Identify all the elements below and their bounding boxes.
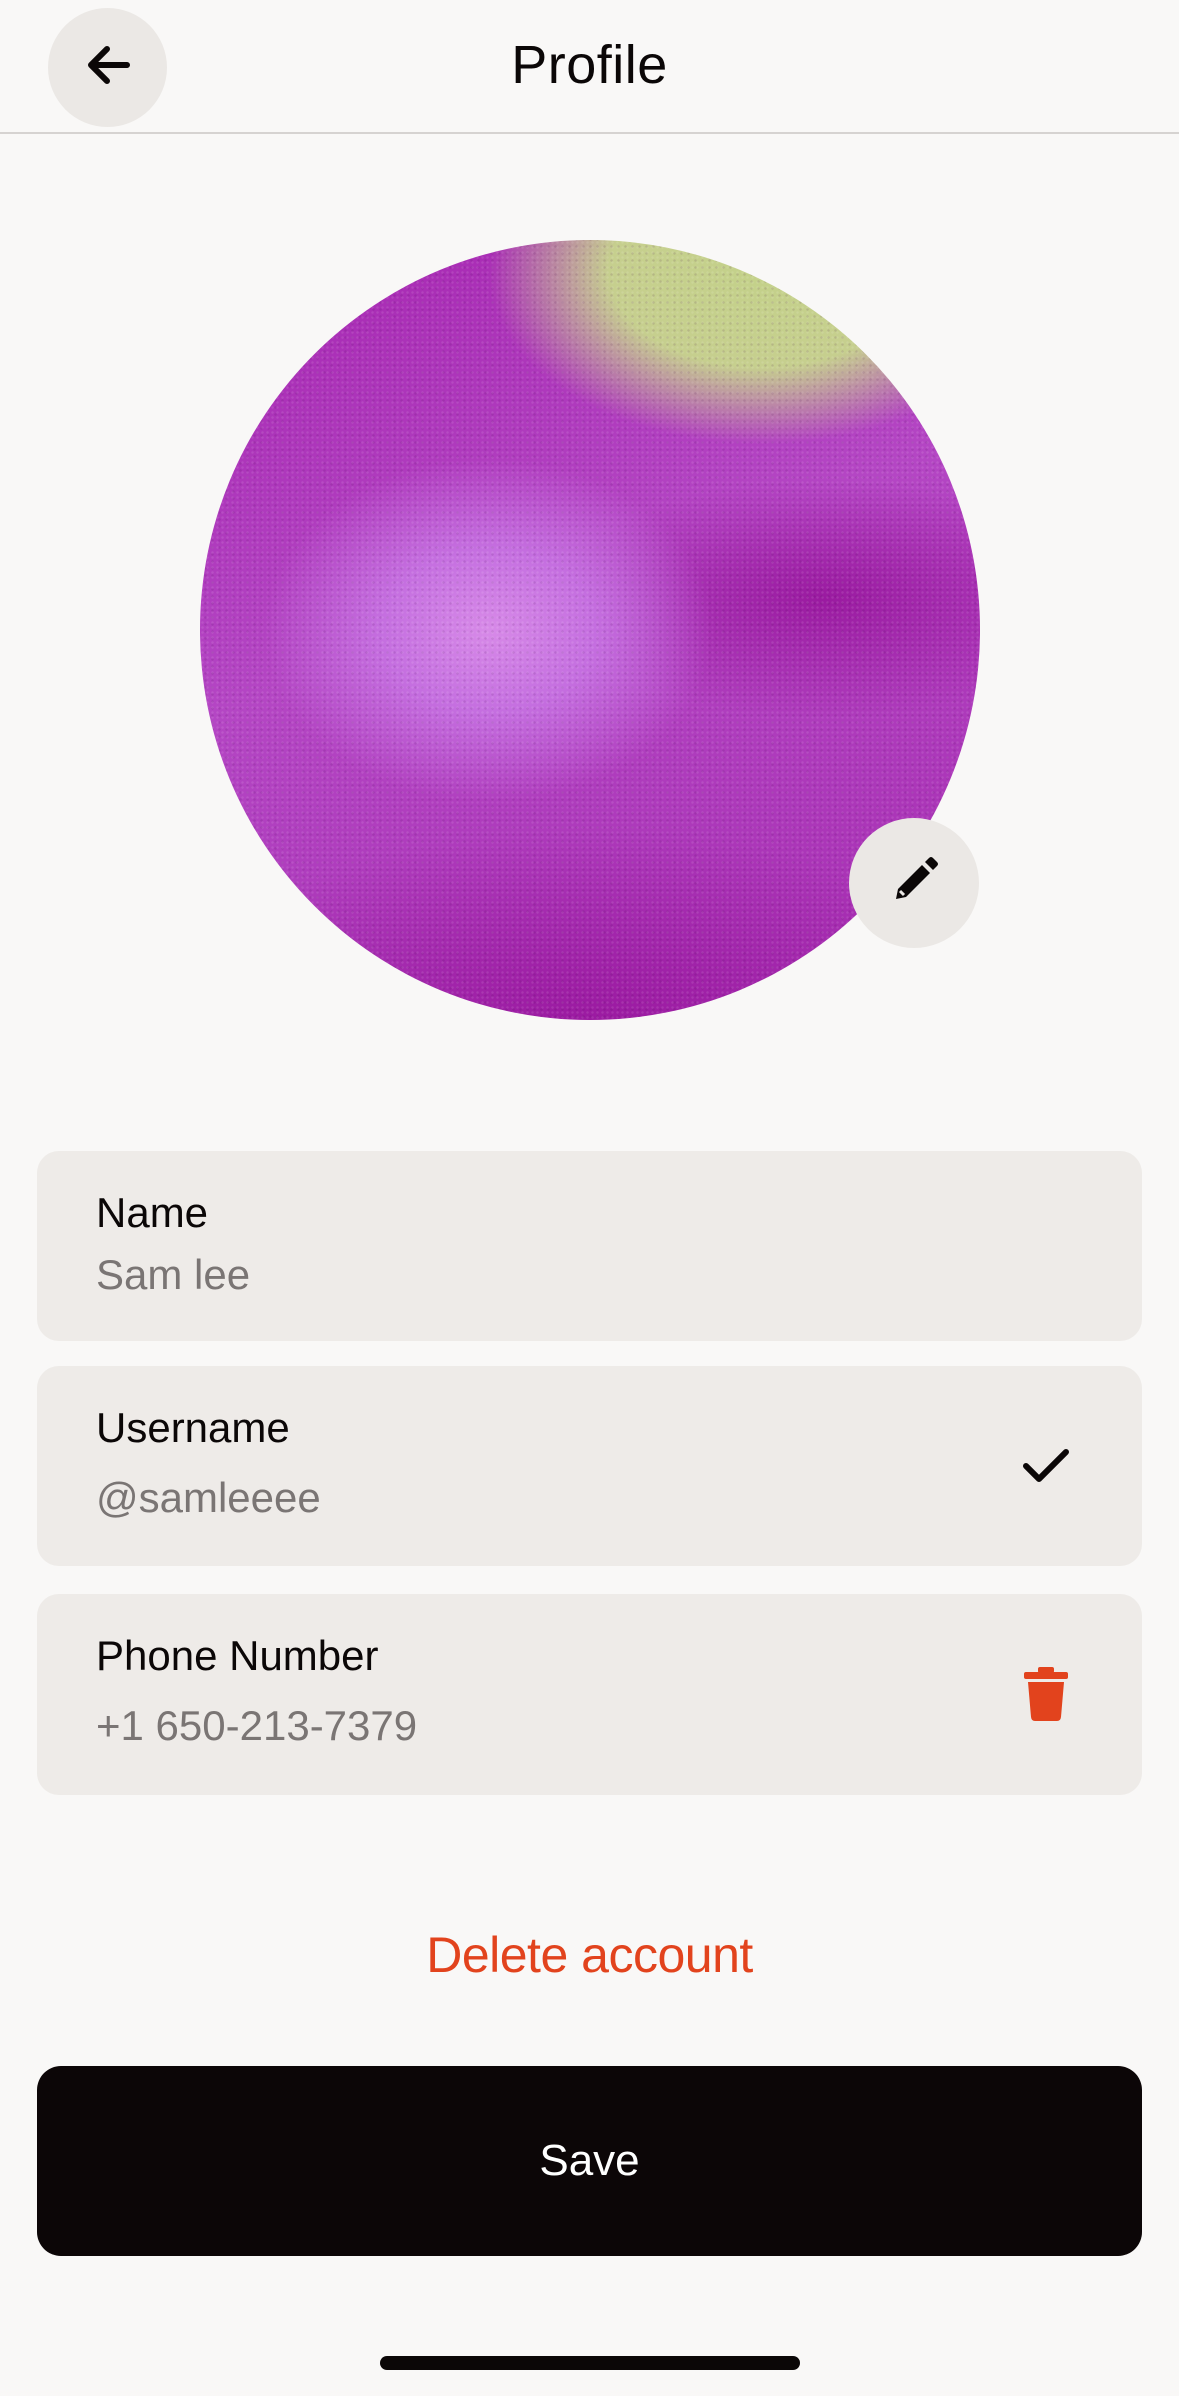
home-indicator (380, 2356, 800, 2370)
name-value[interactable]: Sam lee (96, 1251, 250, 1299)
check-icon (1016, 1436, 1076, 1496)
save-button[interactable]: Save (37, 2066, 1142, 2256)
page-title: Profile (511, 35, 668, 95)
name-field[interactable]: Name Sam lee (37, 1151, 1142, 1341)
phone-number-value[interactable]: +1 650-213-7379 (96, 1702, 417, 1750)
profile-screen: Profile Name Sam lee Username @samleeee … (0, 0, 1179, 2396)
pencil-icon (888, 855, 940, 912)
username-value[interactable]: @samleeee (96, 1474, 321, 1522)
edit-avatar-button[interactable] (849, 818, 979, 948)
header-bar: Profile (0, 0, 1179, 134)
phone-number-label: Phone Number (96, 1632, 379, 1679)
username-field[interactable]: Username @samleeee (37, 1366, 1142, 1566)
delete-account-link[interactable]: Delete account (0, 1926, 1179, 1984)
username-label: Username (96, 1404, 290, 1451)
trash-icon[interactable] (1016, 1664, 1076, 1724)
name-label: Name (96, 1189, 209, 1236)
phone-number-field[interactable]: Phone Number +1 650-213-7379 (37, 1594, 1142, 1795)
